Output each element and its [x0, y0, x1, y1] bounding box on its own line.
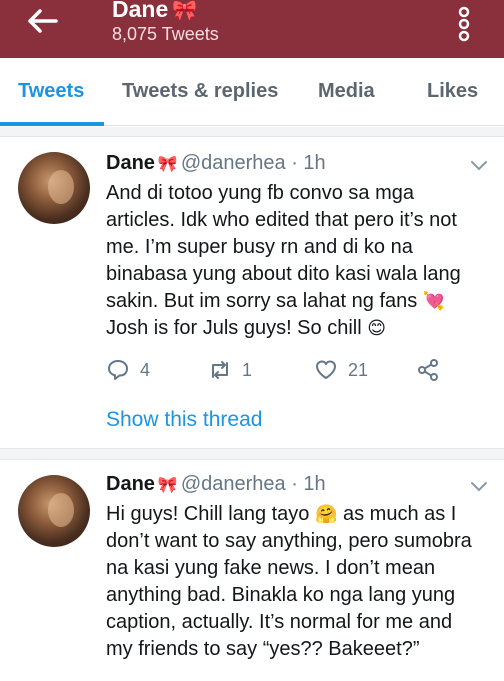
arrow-left-icon	[28, 9, 58, 33]
profile-name: Dane 🎀	[112, 0, 197, 23]
show-thread-link[interactable]: Show this thread	[106, 408, 262, 432]
tweet-line: don’t want to say anything, pero sumobra	[106, 530, 472, 552]
tweet-header: Dane 🎀 @danerhea · 1h	[106, 152, 326, 175]
tweet[interactable]: Dane 🎀 @danerhea · 1h Hi guys! Chill lang …	[0, 461, 504, 681]
chevron-down-icon[interactable]	[470, 481, 488, 493]
tweet-line: Josh is for Juls guys! So chill 😊	[106, 315, 498, 342]
profile-tabs: Tweets Tweets & replies Media Likes	[0, 58, 504, 126]
tweet-header: Dane 🎀 @danerhea · 1h	[106, 473, 326, 496]
smile-emoji: 😊	[367, 318, 386, 338]
tweet-line: my friends to say “yes?? Bakeeet?”	[106, 638, 420, 660]
like-button[interactable]: 21	[314, 358, 368, 382]
tab-media[interactable]: Media	[318, 80, 375, 103]
divider	[0, 127, 504, 137]
tweet-line-text: as much as I	[342, 503, 457, 525]
tweet-line: anything bad. Binakla ko nga lang yung	[106, 584, 456, 606]
divider	[0, 448, 504, 460]
chevron-down-icon[interactable]	[470, 160, 488, 172]
author-name[interactable]: Dane	[106, 473, 155, 495]
bow-emoji: 🎀	[172, 0, 198, 22]
retweet-count: 1	[242, 359, 253, 380]
heart-emoji: 💘	[422, 291, 446, 311]
retweet-icon	[212, 361, 228, 379]
author-name[interactable]: Dane	[106, 152, 155, 174]
hug-emoji: 🤗	[315, 504, 338, 524]
profile-header: Dane 🎀 8,075 Tweets	[0, 0, 504, 58]
active-tab-indicator	[0, 122, 104, 126]
tweet-line: And di totoo yung fb convo sa mga	[106, 182, 414, 204]
tweet-line: caption, actually. It’s normal for me an…	[106, 611, 453, 633]
tweet-actions: 4 1 21	[106, 358, 486, 384]
share-icon	[418, 359, 438, 381]
tweet-text: Hi guys! Chill lang tayo 🤗 as much as I …	[106, 501, 498, 663]
tweet-line: binabasa yung about dito kasi wala lang	[106, 263, 461, 285]
share-button[interactable]	[416, 358, 450, 382]
tweet-line: Hi guys! Chill lang tayo 🤗 as much as I	[106, 501, 498, 528]
tweet-line: me. I’m super busy rn and di ko na	[106, 236, 413, 258]
author-handle-time: @danerhea · 1h	[180, 473, 326, 495]
more-options-button[interactable]	[454, 6, 474, 46]
more-vertical-icon	[458, 6, 470, 42]
reply-icon	[108, 360, 128, 380]
bow-emoji: 🎀	[157, 477, 178, 494]
author-handle-time: @danerhea · 1h	[180, 152, 326, 174]
tweet-text: And di totoo yung fb convo sa mga articl…	[106, 180, 498, 342]
tweet-line: articles. Idk who edited that pero it’s …	[106, 209, 457, 231]
avatar[interactable]	[18, 152, 90, 224]
heart-icon	[316, 360, 336, 379]
like-count: 21	[348, 359, 369, 380]
reply-button[interactable]: 4	[106, 358, 150, 382]
tweet[interactable]: Dane 🎀 @danerhea · 1h And di totoo yung fb…	[0, 138, 504, 448]
reply-count: 4	[140, 359, 151, 380]
tweet-line-text: Hi guys! Chill lang tayo	[106, 503, 310, 525]
tab-tweets[interactable]: Tweets	[18, 80, 84, 103]
tab-likes[interactable]: Likes	[427, 80, 478, 103]
tweet-line-text: Josh is for Juls guys! So chill	[106, 317, 362, 339]
tweet-count: 8,075 Tweets	[112, 24, 219, 44]
back-button[interactable]	[22, 4, 62, 38]
tweet-line: na kasi yung fake news. I don’t mean	[106, 557, 436, 579]
tweet-line: sakin. But im sorry sa lahat ng fans 💘	[106, 288, 498, 315]
bow-emoji: 🎀	[157, 156, 178, 173]
tab-tweets-replies[interactable]: Tweets & replies	[122, 80, 278, 103]
retweet-button[interactable]: 1	[208, 358, 252, 382]
profile-name-text: Dane	[112, 0, 169, 22]
avatar[interactable]	[18, 475, 90, 547]
tweet-line-text: sakin. But im sorry sa lahat ng fans	[106, 290, 418, 312]
